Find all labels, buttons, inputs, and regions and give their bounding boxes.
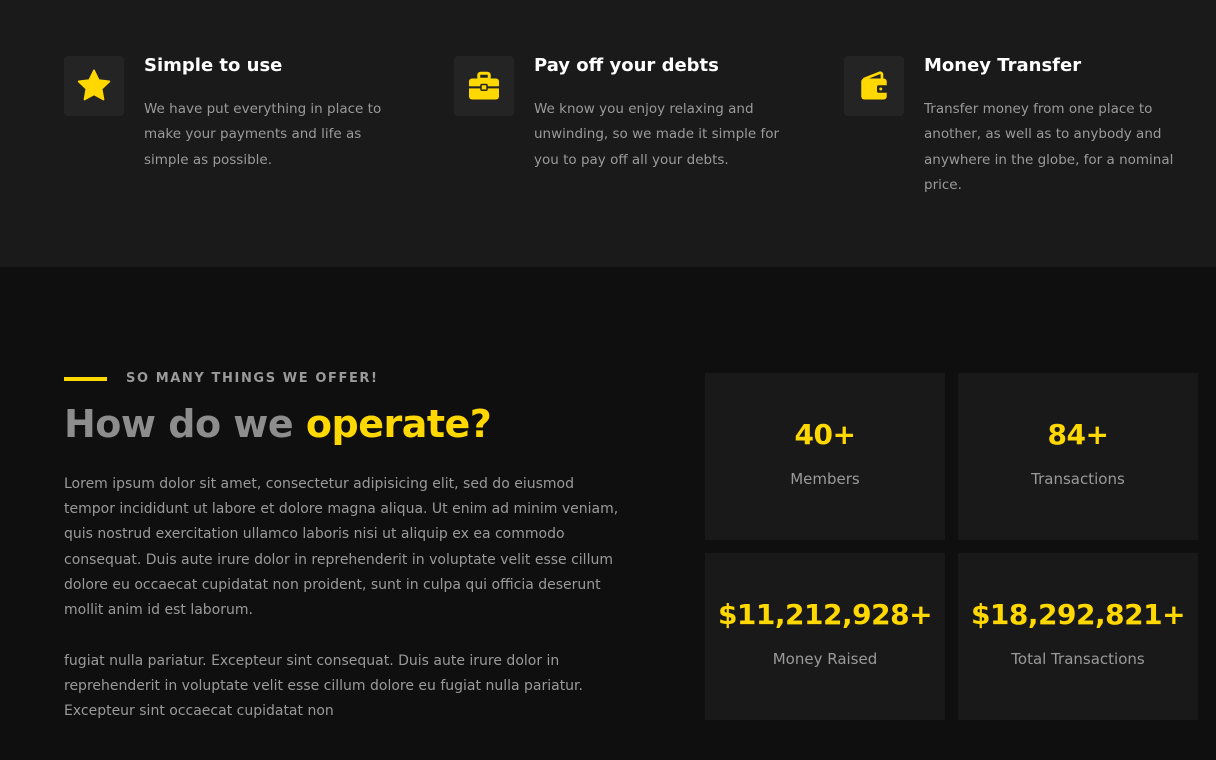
headline-grey-part: How do we	[64, 402, 306, 446]
stat-label: Money Raised	[772, 650, 878, 668]
body-paragraph: Lorem ipsum dolor sit amet, consectetur …	[64, 476, 619, 619]
feature-description: Transfer money from one place to another…	[924, 101, 1174, 194]
star-icon	[64, 56, 124, 116]
wallet-icon	[844, 56, 904, 116]
stat-value: $11,212,928+	[717, 598, 933, 631]
feature-title: Simple to use	[144, 55, 283, 76]
section-eyebrow: SO MANY THINGS WE OFFER!	[126, 371, 379, 386]
operate-section: SO MANY THINGS WE OFFER! How do we opera…	[0, 267, 1216, 760]
feature-title: Pay off your debts	[534, 55, 719, 76]
body-paragraph: fugiat nulla pariatur. Excepteur sint co…	[64, 653, 583, 720]
headline-accent-part: operate?	[305, 402, 492, 446]
stat-card-total-transactions: $18,292,821+ Total Transactions	[958, 553, 1198, 720]
section-headline: How do we operate?	[64, 401, 492, 447]
stat-card-money-raised: $11,212,928+ Money Raised	[705, 553, 945, 720]
eyebrow-accent-line	[64, 377, 107, 381]
stat-label: Members	[790, 470, 860, 488]
stat-label: Total Transactions	[1011, 650, 1145, 668]
stat-value: $18,292,821+	[970, 598, 1186, 631]
briefcase-icon	[454, 56, 514, 116]
stat-value: 84+	[1047, 418, 1109, 451]
feature-title: Money Transfer	[924, 55, 1082, 76]
stat-value: 40+	[794, 418, 856, 451]
stat-card-members: 40+ Members	[705, 373, 945, 540]
features-section: Simple to use We have put everything in …	[0, 0, 1216, 267]
feature-description: We have put everything in place to make …	[144, 101, 382, 168]
feature-description: We know you enjoy relaxing and unwinding…	[534, 101, 780, 168]
stat-label: Transactions	[1031, 470, 1125, 488]
stat-card-transactions: 84+ Transactions	[958, 373, 1198, 540]
